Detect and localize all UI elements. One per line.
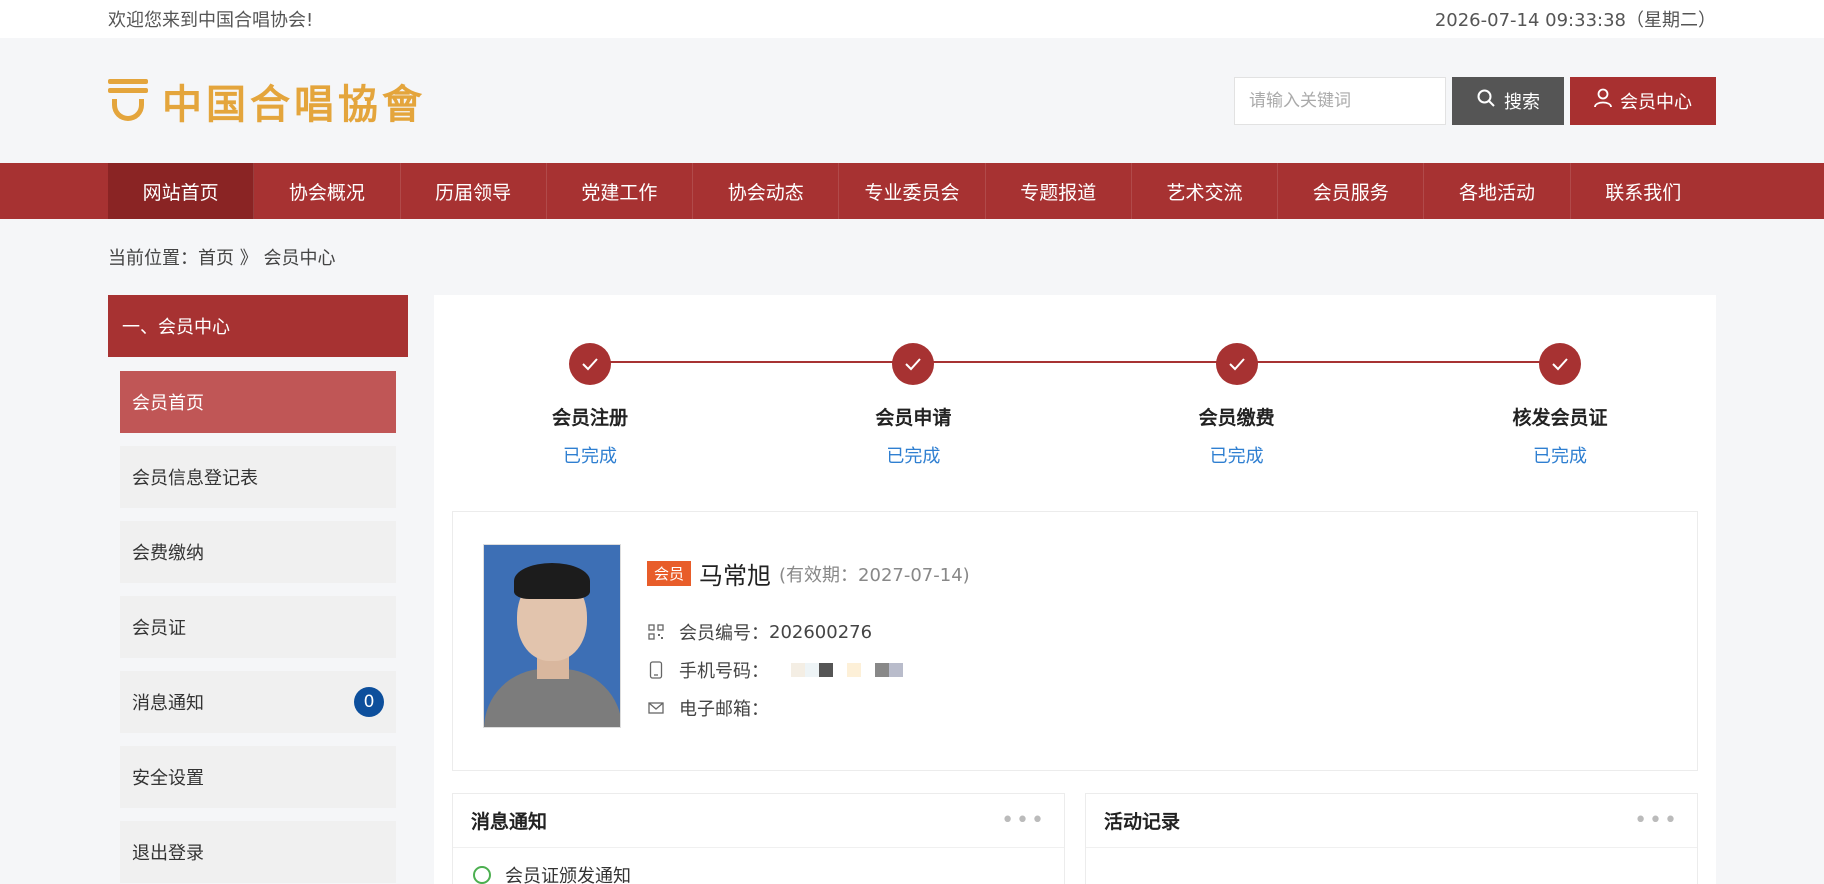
step-3: 核发会员证 已完成 (1480, 343, 1640, 511)
nav-item-8[interactable]: 会员服务 (1278, 163, 1425, 219)
phone-icon (647, 661, 665, 679)
phone-row: 手机号码： (647, 651, 970, 689)
sidebar-item-0[interactable]: 会员首页 (120, 371, 396, 433)
member-no-row: 会员编号： 202600276 (647, 613, 970, 651)
main-panel: 会员注册 已完成 会员申请 已完成 会员缴费 已完成 核发会员证 已完成 会员 马常旭 (有效… (434, 295, 1716, 884)
search-input[interactable] (1234, 76, 1446, 125)
sidebar-item-label: 会费缴纳 (132, 543, 204, 564)
logo-icon (108, 78, 148, 123)
sidebar-item-label: 会员信息登记表 (132, 468, 258, 489)
step-2: 会员缴费 已完成 (1157, 343, 1317, 511)
sidebar-item-2[interactable]: 会费缴纳 (120, 521, 396, 583)
sidebar-title: 一、会员中心 (108, 295, 408, 357)
notice-item-label: 会员证颁发通知 (505, 866, 631, 884)
nav-item-4[interactable]: 协会动态 (693, 163, 840, 219)
step-title: 会员申请 (875, 407, 952, 429)
member-info: 会员 马常旭 (有效期：2027-07-14) 会员编号： 202600276 … (647, 544, 970, 738)
sidebar-item-6[interactable]: 退出登录 (120, 821, 396, 883)
notification-count-badge: 0 (354, 687, 384, 717)
step-title: 核发会员证 (1512, 407, 1608, 429)
more-icon[interactable]: ••• (1001, 808, 1046, 833)
search-button-label: 搜索 (1504, 91, 1540, 113)
logo-text: 中国合唱協會 (162, 80, 426, 128)
email-row: 电子邮箱： (647, 689, 970, 727)
sidebar-list: 会员首页会员信息登记表 会费缴纳会员证消息通知 0 安全设置退出登录 (108, 357, 408, 883)
step-1: 会员申请 已完成 (833, 343, 993, 511)
member-validity: (有效期：2027-07-14) (779, 564, 970, 586)
steps-connector (592, 361, 1558, 363)
sidebar: 一、会员中心 会员首页会员信息登记表 会费缴纳会员证消息通知 0 安全设置退出登录 (108, 295, 408, 884)
step-title: 会员注册 (551, 407, 628, 429)
search-icon (1476, 88, 1496, 113)
content-area: 一、会员中心 会员首页会员信息登记表 会费缴纳会员证消息通知 0 安全设置退出登录 会… (108, 295, 1716, 884)
breadcrumb: 当前位置：首页 》 会员中心 (108, 248, 336, 269)
nav-item-2[interactable]: 历届领导 (401, 163, 547, 219)
member-center-label: 会员中心 (1620, 91, 1692, 113)
list-item[interactable]: 会员证颁发通知 (453, 848, 1064, 884)
member-no-label: 会员编号： (679, 623, 769, 644)
member-tag: 会员 (647, 561, 692, 586)
member-name: 马常旭 (699, 562, 772, 590)
email-label: 电子邮箱： (679, 699, 769, 720)
welcome-text: 欢迎您来到中国合唱协会! (108, 10, 314, 31)
nav-item-5[interactable]: 专业委员会 (839, 163, 986, 219)
check-icon (1215, 343, 1258, 385)
check-icon (892, 343, 935, 385)
member-profile-card: 会员 马常旭 (有效期：2027-07-14) 会员编号： 202600276 … (452, 511, 1698, 771)
sidebar-item-1[interactable]: 会员信息登记表 (120, 446, 396, 508)
step-status: 已完成 (563, 446, 617, 467)
member-center-button[interactable]: 会员中心 (1570, 76, 1716, 125)
nav-item-9[interactable]: 各地活动 (1424, 163, 1571, 219)
datetime-text: 2026-07-14 09:33:38（星期二） (1434, 10, 1716, 31)
nav-item-3[interactable]: 党建工作 (547, 163, 694, 219)
phone-label: 手机号码： (679, 661, 769, 682)
step-status: 已完成 (1532, 446, 1587, 467)
sidebar-item-label: 退出登录 (132, 843, 204, 864)
more-icon[interactable]: ••• (1634, 808, 1679, 833)
sidebar-item-label: 会员首页 (132, 393, 204, 414)
notice-panel-title: 消息通知 (471, 811, 548, 833)
step-status: 已完成 (886, 446, 941, 467)
nav-item-6[interactable]: 专题报道 (986, 163, 1132, 219)
phone-masked-value (791, 663, 903, 677)
step-0: 会员注册 已完成 (510, 343, 670, 511)
notice-panel: 消息通知 ••• 会员证颁发通知 (452, 793, 1065, 884)
sidebar-item-label: 会员证 (132, 618, 186, 639)
nav-item-7[interactable]: 艺术交流 (1132, 163, 1279, 219)
sidebar-item-label: 消息通知 (132, 693, 204, 714)
activity-panel-title: 活动记录 (1104, 811, 1181, 833)
main-nav: 网站首页 协会概况 历届领导 党建工作 协会动态 专业委员会 专题报道 艺术交流 会员服务 各地活… (0, 163, 1824, 219)
progress-steps: 会员注册 已完成 会员申请 已完成 会员缴费 已完成 核发会员证 已完成 (452, 295, 1698, 511)
bottom-panels: 消息通知 ••• 会员证颁发通知 活动记录 ••• (452, 793, 1698, 884)
step-status: 已完成 (1209, 446, 1264, 467)
sidebar-item-3[interactable]: 会员证 (120, 596, 396, 658)
site-logo[interactable]: 中国合唱協會 (108, 72, 426, 130)
member-photo (483, 544, 621, 728)
top-bar: 欢迎您来到中国合唱协会! 2026-07-14 09:33:38（星期二） (0, 0, 1824, 38)
site-header: 中国合唱協會 搜索 会员中心 (0, 38, 1824, 163)
member-no-value: 202600276 (769, 621, 873, 643)
step-title: 会员缴费 (1198, 407, 1275, 429)
check-icon (1538, 343, 1581, 385)
nav-item-1[interactable]: 协会概况 (254, 163, 401, 219)
sidebar-item-5[interactable]: 安全设置 (120, 746, 396, 808)
mail-icon (647, 699, 665, 717)
search-button[interactable]: 搜索 (1452, 76, 1564, 125)
activity-panel: 活动记录 ••• (1085, 793, 1698, 884)
nav-item-0[interactable]: 网站首页 (108, 163, 255, 219)
sidebar-item-4[interactable]: 消息通知 0 (120, 671, 396, 733)
user-icon (1594, 88, 1612, 113)
sidebar-item-label: 安全设置 (132, 768, 204, 789)
circle-icon (473, 866, 491, 884)
nav-item-10[interactable]: 联系我们 (1571, 163, 1716, 219)
check-icon (569, 343, 611, 385)
search-area: 搜索 会员中心 (1234, 76, 1716, 125)
qrcode-icon (647, 623, 665, 641)
